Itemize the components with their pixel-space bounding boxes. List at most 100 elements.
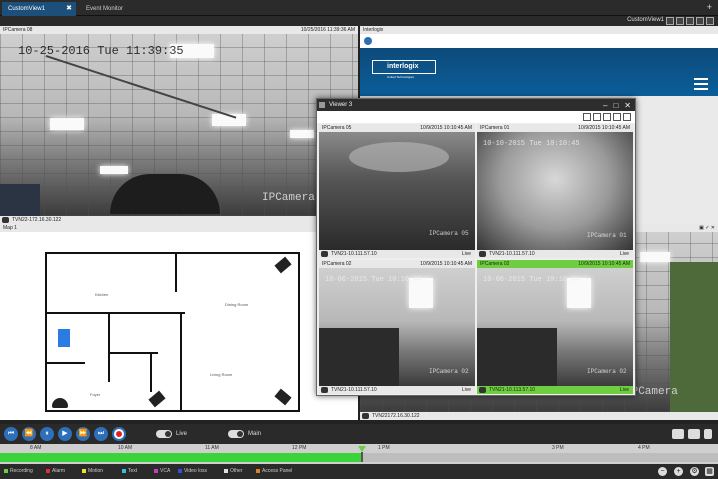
viewer-cell-camera-01[interactable]: IPCamera 01 10/9/2015 10:10:45 AM 10-10-2… [477, 124, 633, 258]
recorder-address: TVN21-10.111.57.10 [331, 251, 377, 257]
live-indicator: Live [619, 387, 629, 393]
fullscreen-icon[interactable] [613, 113, 621, 121]
camera-icon [362, 413, 369, 419]
tab-label: CustomView1 [8, 6, 45, 12]
panel-header: Map 1 [0, 224, 358, 232]
camera-overlay-label: IPCamera 05 [429, 230, 469, 237]
camera-timestamp: 10/9/2015 10:10:45 AM [420, 125, 472, 131]
camera-icon [2, 217, 9, 223]
map-panel[interactable]: Map 1 Kitchen Dining Room Living Room Fo… [0, 224, 358, 420]
camera-icon[interactable] [274, 256, 292, 274]
live-indicator: Live [461, 251, 471, 257]
menu-icon[interactable] [694, 78, 708, 93]
timeline-tick-label: 10 AM [118, 445, 133, 451]
viewer-cell-camera-05[interactable]: IPCamera 05 10/9/2015 10:10:45 AM IPCamer… [319, 124, 475, 258]
camera-name: IPCamera 02 [322, 261, 352, 267]
timeline-tick-label: 11 AM [205, 445, 219, 451]
viewer-cell-camera-02[interactable]: IPCamera 02 10/9/2015 10:10:45 AM 10-06-2… [319, 260, 475, 394]
tab-customview1[interactable]: CustomView1 ✖ [2, 2, 76, 16]
timeline[interactable]: 8 AM 10 AM 11 AM 12 PM 1 PM 3 PM 4 PM [0, 444, 718, 464]
camera-icon[interactable] [148, 390, 166, 408]
export-icon[interactable] [688, 429, 700, 439]
lock-icon[interactable] [593, 113, 601, 121]
live-label: Live [176, 431, 188, 437]
grid-layout-icon[interactable] [583, 113, 591, 121]
room-label: Foyer [90, 392, 101, 397]
zoom-in-icon[interactable]: + [674, 467, 683, 476]
legend-item: Alarm [46, 468, 65, 474]
playhead-marker[interactable] [358, 446, 366, 462]
main-stream-toggle[interactable] [228, 430, 244, 438]
viewer-icon [319, 102, 325, 108]
legend-item: Motion [82, 468, 103, 474]
camera-panel-08[interactable]: IPCamera 08 10/25/2016 11:39:36 AM 10-25… [0, 26, 358, 224]
live-indicator: Live [461, 387, 471, 393]
play-icon[interactable]: ▶ [58, 427, 72, 441]
calendar-icon[interactable]: ▦ [705, 467, 714, 476]
close-icon[interactable]: ✖ [66, 2, 72, 16]
viewer-window[interactable]: Viewer 3 – □ ✕ IPCamera 05 10/9/2015 10:1… [316, 98, 636, 396]
fullscreen-icon[interactable] [696, 17, 704, 25]
door-sensor-icon[interactable] [58, 329, 70, 347]
camera-feed: 10-10-2015 Tue 10:10:45 IPCamera 01 [477, 132, 633, 250]
timeline-tick-label: 3 PM [552, 445, 564, 451]
floor-plan: Kitchen Dining Room Living Room Foyer [0, 232, 358, 420]
rewind-icon[interactable]: ⏪ [22, 427, 36, 441]
fast-forward-icon[interactable]: ⏩ [76, 427, 90, 441]
camera-feed: 10-25-2016 Tue 11:39:35 IPCamera 08 [0, 34, 358, 216]
tab-bar: CustomView1 ✖ Event Monitor + [0, 0, 718, 16]
legend-item: Recording [4, 468, 33, 474]
add-tab-icon[interactable]: + [707, 2, 712, 12]
camera-osd: 10-25-2016 Tue 11:39:35 [18, 44, 184, 58]
camera-feed: IPCamera 05 [319, 132, 475, 250]
camera-overlay-label: IPCamera 01 [587, 232, 627, 239]
recorder-address: TVN22172.16.30.122 [372, 413, 420, 419]
lock-icon[interactable] [676, 17, 684, 25]
timeline-tick-label: 1 PM [378, 445, 390, 451]
logo-text: interlogix [387, 63, 419, 70]
tab-event-monitor[interactable]: Event Monitor [80, 2, 150, 16]
camera-name: IPCamera 01 [480, 125, 510, 131]
settings-icon[interactable]: ⚙ [690, 467, 699, 476]
legend-item: Video loss [178, 468, 207, 474]
panel-header: IPCamera 08 10/25/2016 11:39:36 AM [0, 26, 358, 34]
logo-subtext: United Technologies [387, 75, 414, 79]
camera-overlay-label: IPCamera 02 [429, 368, 469, 375]
camera-icon [321, 251, 328, 257]
room-label: Dining Room [225, 302, 249, 307]
camera-name: IPCamera 02 [480, 261, 510, 267]
camera-icon[interactable] [274, 388, 292, 406]
close-icon[interactable] [706, 17, 714, 25]
camera-icon [479, 387, 486, 393]
camera-osd: 10-06-2015 Tue 10:10:44 [483, 276, 580, 284]
save-icon[interactable] [686, 17, 694, 25]
view-toolbar: CustomView1 [0, 16, 718, 26]
snapshot-icon[interactable] [672, 429, 684, 439]
grid-layout-icon[interactable] [666, 17, 674, 25]
timeline-tick-label: 8 AM [30, 445, 42, 451]
camera-osd: 10-06-2015 Tue 10:10:44 [325, 276, 422, 284]
live-toggle[interactable] [156, 430, 172, 438]
camera-name: IPCamera 05 [322, 125, 352, 131]
zoom-out-icon[interactable]: − [658, 467, 667, 476]
viewer-cell-camera-02-selected[interactable]: IPCamera 02 10/9/2015 10:10:45 AM 10-06-2… [477, 260, 633, 394]
recording-track [0, 453, 362, 462]
recorder-address: TVN21-10.113.57.10 [489, 387, 536, 393]
window-titlebar[interactable]: Viewer 3 – □ ✕ [317, 99, 635, 111]
record-icon[interactable] [112, 427, 126, 441]
skip-end-icon[interactable]: ⏭ [94, 427, 108, 441]
dome-camera-icon[interactable] [52, 398, 68, 408]
close-icon[interactable] [623, 113, 631, 121]
pause-icon[interactable]: ⏸ [40, 427, 54, 441]
view-name: CustomView1 [627, 17, 664, 23]
skip-start-icon[interactable]: ⏮ [4, 427, 18, 441]
camera-icon [479, 251, 486, 257]
empty-track [362, 453, 718, 462]
playback-bar: ⏮ ⏪ ⏸ ▶ ⏩ ⏭ Live Main [0, 424, 718, 444]
microphone-icon[interactable] [704, 429, 712, 439]
panel-name: Map 1 [3, 225, 17, 231]
legend-item: Other [224, 468, 243, 474]
viewer-toolbar [317, 111, 635, 123]
camera-timestamp: 10/9/2015 10:10:45 AM [578, 261, 630, 267]
save-icon[interactable] [603, 113, 611, 121]
